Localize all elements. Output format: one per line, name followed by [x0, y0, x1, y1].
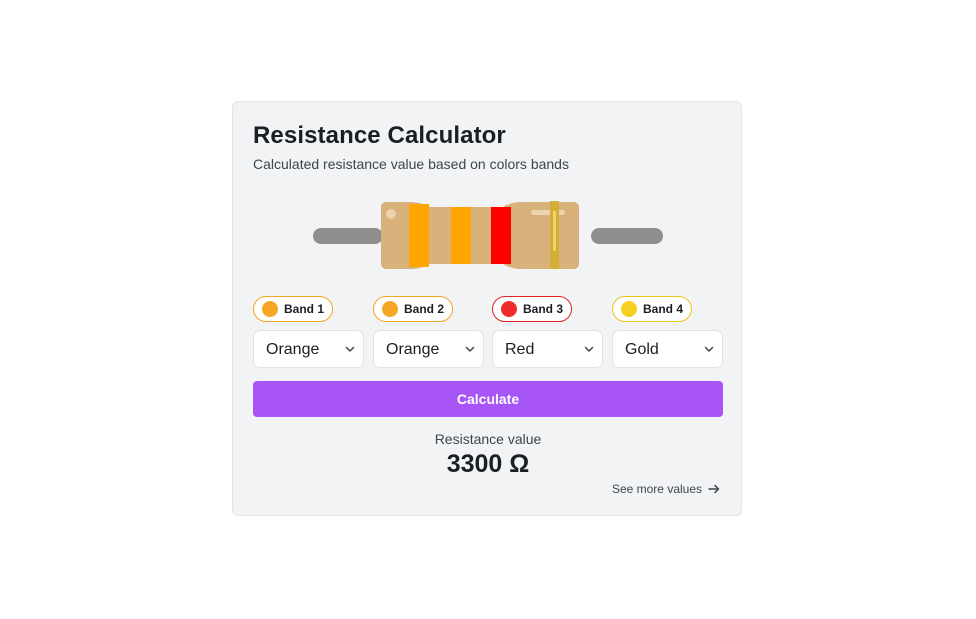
band-4-select[interactable]: Gold [613, 331, 722, 367]
band-4-label: Band 4 [643, 302, 684, 316]
band-4-column: Band 4 Gold [612, 296, 723, 368]
band-3-label: Band 3 [523, 302, 564, 316]
resistance-value-label: Resistance value [434, 431, 542, 447]
band-3-badge: Band 3 [492, 296, 573, 322]
resistor-band-4-shine [553, 211, 556, 251]
see-more-values-label: See more values [611, 482, 702, 496]
band-1-badge: Band 1 [253, 296, 334, 322]
band-4-color-dot [621, 301, 637, 317]
band-2-select-wrapper: Orange [373, 330, 484, 368]
resistor-band-1 [409, 204, 429, 267]
page-title: Resistance Calculator [253, 122, 506, 149]
resistor-lead-right [591, 228, 663, 244]
band-3-select-wrapper: Red [492, 330, 603, 368]
band-1-color-dot [262, 301, 278, 317]
resistor-highlight-bar [531, 210, 565, 215]
band-1-label: Band 1 [284, 302, 325, 316]
band-2-color-dot [382, 301, 398, 317]
see-more-values-link[interactable]: See more values [612, 482, 720, 496]
arrow-right-icon [708, 484, 720, 494]
band-3-select[interactable]: Red [493, 331, 602, 367]
band-3-color-dot [501, 301, 517, 317]
band-4-badge: Band 4 [612, 296, 693, 322]
band-3-column: Band 3 Red [492, 296, 603, 368]
resistor-lead-left [313, 228, 383, 244]
band-1-select[interactable]: Orange [254, 331, 363, 367]
resistor-highlight [386, 209, 396, 219]
resistor-band-3 [491, 207, 511, 264]
band-1-select-wrapper: Orange [253, 330, 364, 368]
band-2-select[interactable]: Orange [374, 331, 483, 367]
page-subtitle: Calculated resistance value based on col… [253, 156, 569, 172]
band-2-column: Band 2 Orange [373, 296, 484, 368]
calculate-button[interactable]: Calculate [253, 381, 723, 417]
resistance-value: 3300 Ω [446, 450, 530, 478]
band-2-badge: Band 2 [373, 296, 454, 322]
resistor-illustration [313, 201, 663, 269]
band-1-column: Band 1 Orange [253, 296, 364, 368]
resistance-calculator-card: Resistance Calculator Calculated resista… [232, 101, 742, 516]
band-4-select-wrapper: Gold [612, 330, 723, 368]
resistor-band-2 [451, 207, 471, 264]
band-2-label: Band 2 [404, 302, 445, 316]
